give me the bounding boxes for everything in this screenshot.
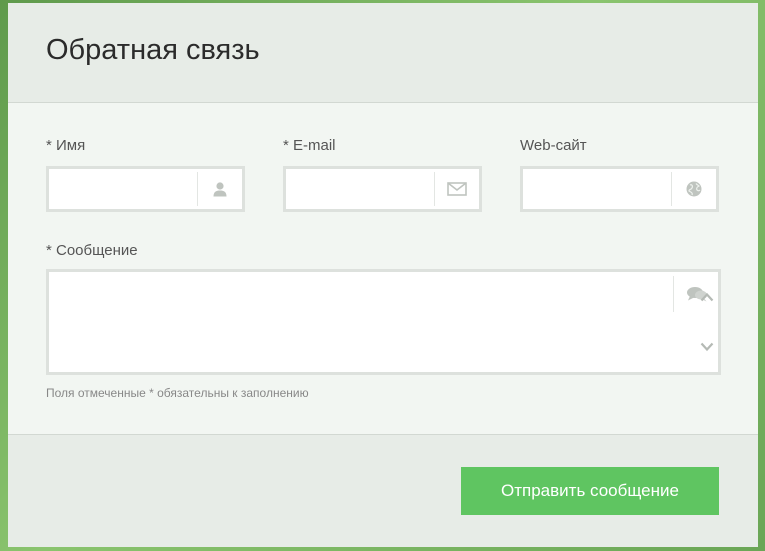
email-field xyxy=(283,166,482,212)
website-field xyxy=(520,166,719,212)
dialog-footer: Отправить сообщение xyxy=(8,434,758,547)
scroll-down-icon[interactable] xyxy=(699,340,715,354)
envelope-icon xyxy=(434,172,479,206)
name-label: * Имя xyxy=(46,137,86,154)
website-label: Web-сайт xyxy=(520,137,587,154)
user-icon xyxy=(197,172,242,206)
required-note: Поля отмеченные * обязательны к заполнен… xyxy=(46,386,309,400)
dialog-header: Обратная связь xyxy=(8,3,758,103)
message-textarea[interactable] xyxy=(49,272,669,372)
website-input[interactable] xyxy=(523,169,670,209)
dialog-title: Обратная связь xyxy=(46,34,260,66)
email-input[interactable] xyxy=(286,169,433,209)
globe-icon xyxy=(671,172,716,206)
name-field xyxy=(46,166,245,212)
name-input[interactable] xyxy=(49,169,196,209)
message-label: * Сообщение xyxy=(46,242,138,259)
submit-button[interactable]: Отправить сообщение xyxy=(461,467,719,515)
email-label: * E-mail xyxy=(283,137,336,154)
message-field xyxy=(46,269,721,375)
feedback-dialog: Обратная связь * Имя * E-mail Web-сайт *… xyxy=(8,3,758,547)
scroll-up-icon[interactable] xyxy=(699,290,715,304)
